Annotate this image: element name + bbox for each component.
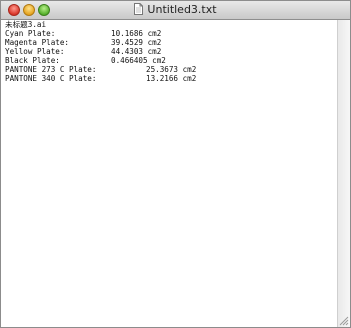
plate-value: 10.1686 cm2 xyxy=(111,29,162,38)
plate-label: Yellow Plate: xyxy=(5,47,65,56)
window-title: Untitled3.txt xyxy=(147,3,217,16)
text-document-icon xyxy=(134,3,144,15)
plate-value: 0.466405 cm2 xyxy=(111,56,166,65)
text-editor-window: Untitled3.txt 未标题3.ai Cyan Plate: 10.168… xyxy=(0,0,351,328)
plate-label: Black Plate: xyxy=(5,56,60,65)
resize-grip-icon[interactable] xyxy=(338,315,349,326)
plate-label: PANTONE 340 C Plate: xyxy=(5,74,97,83)
title-bar[interactable]: Untitled3.txt xyxy=(1,1,350,20)
plate-value: 44.4303 cm2 xyxy=(111,47,162,56)
window-title-area: Untitled3.txt xyxy=(1,3,350,17)
plate-label: Magenta Plate: xyxy=(5,38,70,47)
vertical-scrollbar[interactable] xyxy=(337,20,350,327)
plate-value: 13.2166 cm2 xyxy=(146,74,197,83)
text-content-area[interactable]: 未标题3.ai Cyan Plate: 10.1686 cm2 Magenta … xyxy=(1,20,337,327)
plate-value: 39.4529 cm2 xyxy=(111,38,162,47)
document-header: 未标题3.ai xyxy=(5,20,47,29)
plate-value: 25.3673 cm2 xyxy=(146,65,197,74)
plate-label: PANTONE 273 C Plate: xyxy=(5,65,97,74)
plate-label: Cyan Plate: xyxy=(5,29,56,38)
